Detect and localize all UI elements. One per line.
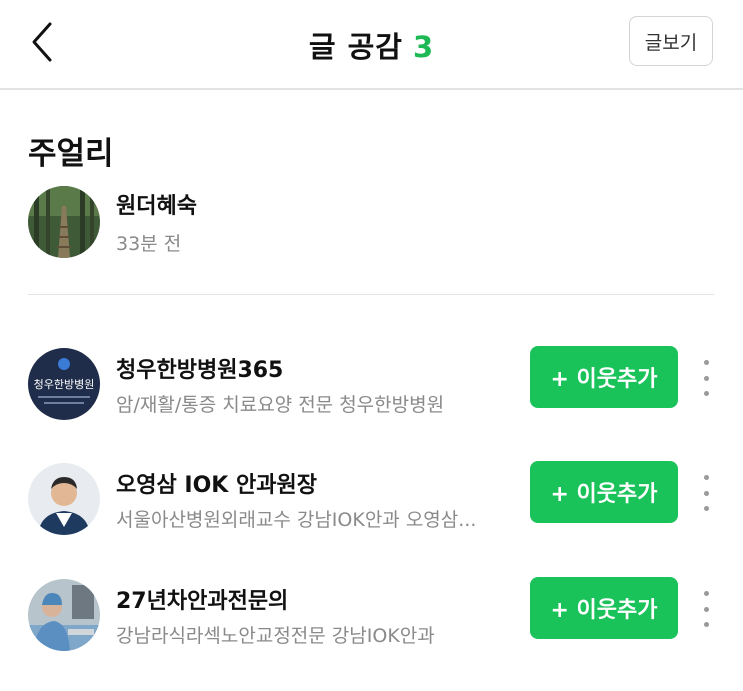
- view-post-button[interactable]: 글보기: [629, 16, 713, 66]
- liker-name[interactable]: 오영삼 IOK 안과원장: [116, 467, 317, 499]
- top-bar: 글 공감 3 글보기: [0, 0, 743, 90]
- add-neighbor-button[interactable]: + 이웃추가: [530, 461, 678, 523]
- liker-name[interactable]: 청우한방병원365: [116, 352, 283, 384]
- divider: [28, 294, 714, 295]
- title-text: 글 공감: [308, 30, 403, 64]
- post-time: 33분 전: [116, 233, 182, 255]
- list-item[interactable]: 청우한방병원 청우한방병원365 암/재활/통증 치료요양 전문 청우한방병원 …: [0, 346, 743, 438]
- liker-description: 암/재활/통증 치료요양 전문 청우한방병원: [116, 394, 445, 416]
- liker-description: 서울아산병원외래교수 강남IOK안과 오영삼...: [116, 509, 477, 531]
- avatar[interactable]: 청우한방병원: [28, 348, 100, 420]
- avatar[interactable]: [28, 463, 100, 535]
- more-options-icon[interactable]: [696, 475, 716, 511]
- avatar-text: 청우한방병원: [34, 378, 95, 391]
- like-count: 3: [412, 30, 435, 64]
- list-item[interactable]: 27년차안과전문의 강남라식라섹노안교정전문 강남IOK안과 + 이웃추가: [0, 577, 743, 669]
- author-avatar[interactable]: [28, 186, 100, 258]
- add-neighbor-button[interactable]: + 이웃추가: [530, 346, 678, 408]
- more-options-icon[interactable]: [696, 591, 716, 627]
- liker-name[interactable]: 27년차안과전문의: [116, 583, 288, 615]
- liker-description: 강남라식라섹노안교정전문 강남IOK안과: [116, 625, 435, 647]
- add-neighbor-button[interactable]: + 이웃추가: [530, 577, 678, 639]
- post-title: 주얼리: [28, 136, 114, 172]
- avatar[interactable]: [28, 579, 100, 651]
- list-item[interactable]: 오영삼 IOK 안과원장 서울아산병원외래교수 강남IOK안과 오영삼... +…: [0, 461, 743, 553]
- author-name[interactable]: 원더혜숙: [116, 188, 197, 220]
- more-options-icon[interactable]: [696, 360, 716, 396]
